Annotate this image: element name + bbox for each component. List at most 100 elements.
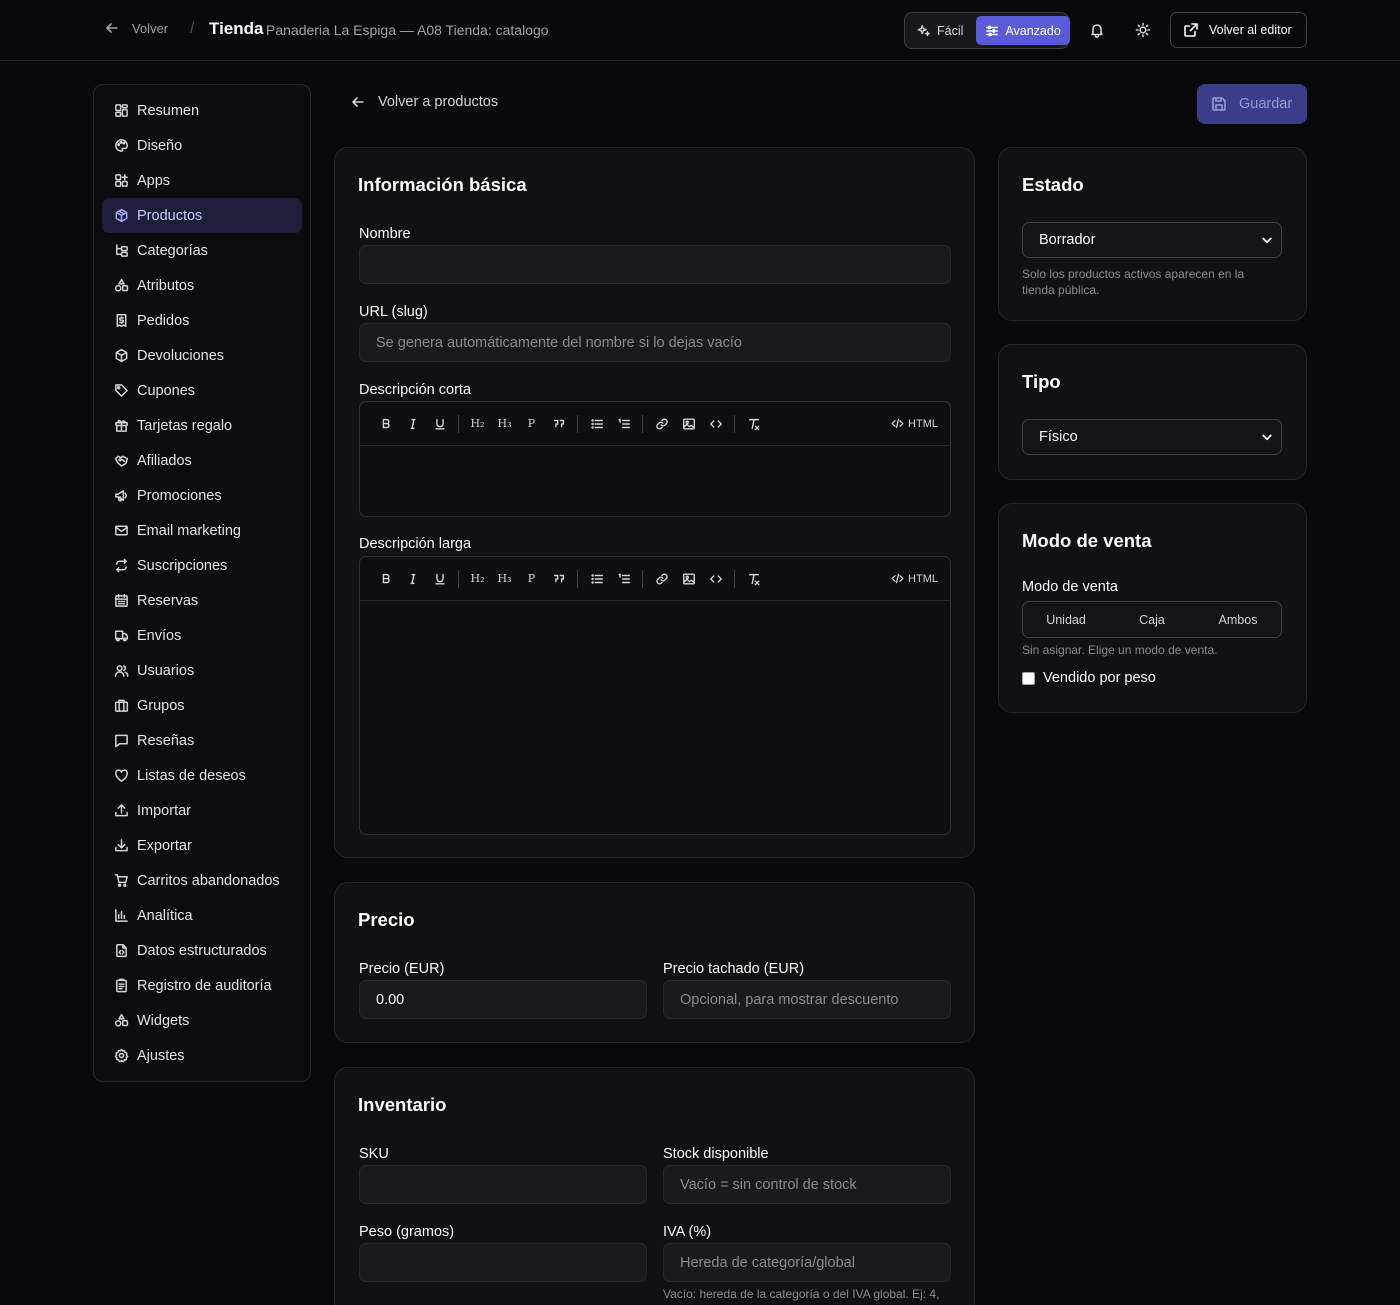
underline-icon[interactable] <box>426 410 453 438</box>
sidebar-item-atributos[interactable]: Atributos <box>102 268 302 303</box>
type-select[interactable]: Físico <box>1022 419 1282 455</box>
sidebar-item-carritos-abandonados[interactable]: Carritos abandonados <box>102 863 302 898</box>
theme-toggle-button[interactable] <box>1129 16 1157 44</box>
image-icon[interactable] <box>675 410 702 438</box>
sidebar-item-pedidos[interactable]: Pedidos <box>102 303 302 338</box>
sidebar-item-label: Reservas <box>137 592 199 609</box>
back-to-editor-button[interactable]: Volver al editor <box>1170 12 1307 48</box>
sidebar-item-promociones[interactable]: Promociones <box>102 478 302 513</box>
html-toggle-label: HTML <box>908 572 938 585</box>
bold-icon[interactable] <box>372 565 399 593</box>
sidebar-item-diseno[interactable]: Diseño <box>102 128 302 163</box>
sidebar-item-grupos[interactable]: Grupos <box>102 688 302 723</box>
quote-icon[interactable] <box>545 410 572 438</box>
numbered-list-icon[interactable] <box>610 410 637 438</box>
back-to-products-link[interactable]: Volver a productos <box>350 94 498 110</box>
clear-format-icon[interactable] <box>740 565 767 593</box>
heading-3-icon[interactable]: H₃ <box>491 410 518 438</box>
sidebar-item-label: Suscripciones <box>137 557 228 574</box>
short-description-editor[interactable]: H₂ H₃ P HTML <box>359 401 951 517</box>
status-select[interactable]: Borrador <box>1022 222 1282 258</box>
price-input[interactable]: 0.00 <box>359 980 647 1019</box>
quote-icon[interactable] <box>545 565 572 593</box>
sidebar-item-categorias[interactable]: Categorías <box>102 233 302 268</box>
status-card: Estado Borrador Solo los productos activ… <box>998 147 1307 321</box>
sold-by-weight-row[interactable]: Vendido por peso <box>1022 670 1156 686</box>
mail-icon <box>115 525 128 536</box>
compare-price-label: Precio tachado (EUR) <box>663 961 805 977</box>
sidebar-item-resenas[interactable]: Reseñas <box>102 723 302 758</box>
weight-input[interactable] <box>359 1243 647 1282</box>
sidebar-item-label: Productos <box>137 207 203 224</box>
code-icon[interactable] <box>702 410 729 438</box>
underline-icon[interactable] <box>426 565 453 593</box>
sale-mode-card: Modo de venta Modo de venta Unidad Caja … <box>998 503 1307 713</box>
vat-input[interactable]: Hereda de categoría/global <box>663 1243 951 1282</box>
sidebar-item-importar[interactable]: Importar <box>102 793 302 828</box>
code-slash-icon <box>891 418 904 429</box>
arrow-left-icon <box>106 23 118 33</box>
page-subtitle: Panaderia La Espiga — A08 Tienda: catalo… <box>266 22 549 38</box>
sku-input[interactable] <box>359 1165 647 1204</box>
sidebar-item-productos[interactable]: Productos <box>102 198 302 233</box>
sale-mode-box-option[interactable]: Caja <box>1109 602 1195 637</box>
save-button[interactable]: Guardar <box>1197 84 1307 124</box>
heading-3-icon[interactable]: H₃ <box>491 565 518 593</box>
sidebar-item-envios[interactable]: Envíos <box>102 618 302 653</box>
sidebar-item-afiliados[interactable]: Afiliados <box>102 443 302 478</box>
heading-2-icon[interactable]: H₂ <box>464 565 491 593</box>
compare-price-input[interactable]: Opcional, para mostrar descuento <box>663 980 951 1019</box>
numbered-list-icon[interactable] <box>610 565 637 593</box>
link-icon[interactable] <box>648 565 675 593</box>
cart-icon <box>114 874 128 887</box>
package-icon <box>115 208 128 223</box>
bullet-list-icon[interactable] <box>583 410 610 438</box>
bold-icon[interactable] <box>372 410 399 438</box>
sidebar-item-analitica[interactable]: Analítica <box>102 898 302 933</box>
image-icon[interactable] <box>675 565 702 593</box>
italic-icon[interactable] <box>399 565 426 593</box>
sidebar-item-email-marketing[interactable]: Email marketing <box>102 513 302 548</box>
sidebar-item-label: Exportar <box>137 837 192 854</box>
bullet-list-icon[interactable] <box>583 565 610 593</box>
link-icon[interactable] <box>648 410 675 438</box>
heading-2-icon[interactable]: H₂ <box>464 410 491 438</box>
slug-input[interactable]: Se genera automáticamente del nombre si … <box>359 323 951 362</box>
paragraph-icon[interactable]: P <box>518 410 545 438</box>
sidebar-item-listas-de-deseos[interactable]: Listas de deseos <box>102 758 302 793</box>
sidebar-item-exportar[interactable]: Exportar <box>102 828 302 863</box>
sidebar-item-resumen[interactable]: Resumen <box>102 93 302 128</box>
toolbar-separator <box>642 569 643 588</box>
stock-input[interactable]: Vacío = sin control de stock <box>663 1165 951 1204</box>
sale-mode-unit-option[interactable]: Unidad <box>1023 602 1109 637</box>
italic-icon[interactable] <box>399 410 426 438</box>
sidebar-item-devoluciones[interactable]: Devoluciones <box>102 338 302 373</box>
sidebar-item-datos-estructurados[interactable]: Datos estructurados <box>102 933 302 968</box>
mode-easy-button[interactable]: Fácil <box>908 16 972 45</box>
html-toggle-button[interactable]: HTML <box>891 572 938 585</box>
sidebar-item-cupones[interactable]: Cupones <box>102 373 302 408</box>
html-toggle-button[interactable]: HTML <box>891 417 938 430</box>
mode-advanced-button[interactable]: Avanzado <box>976 16 1070 45</box>
sidebar-item-usuarios[interactable]: Usuarios <box>102 653 302 688</box>
sidebar-item-suscripciones[interactable]: Suscripciones <box>102 548 302 583</box>
clear-format-icon[interactable] <box>740 410 767 438</box>
short-description-toolbar: H₂ H₃ P HTML <box>360 402 950 446</box>
handshake-icon <box>114 455 129 467</box>
sidebar-item-registro-de-auditoria[interactable]: Registro de auditoría <box>102 968 302 1003</box>
name-input[interactable] <box>359 245 951 284</box>
notifications-button[interactable] <box>1083 16 1111 44</box>
long-description-editor[interactable]: H₂ H₃ P HTML <box>359 556 951 835</box>
sidebar-item-apps[interactable]: Apps <box>102 163 302 198</box>
sidebar-item-reservas[interactable]: Reservas <box>102 583 302 618</box>
sold-by-weight-checkbox[interactable] <box>1022 671 1035 685</box>
sidebar-item-label: Diseño <box>137 137 183 154</box>
clipboard-icon <box>116 978 127 993</box>
code-icon[interactable] <box>702 565 729 593</box>
sale-mode-both-option[interactable]: Ambos <box>1195 602 1281 637</box>
sidebar-item-tarjetas-regalo[interactable]: Tarjetas regalo <box>102 408 302 443</box>
back-link[interactable]: Volver <box>104 20 168 36</box>
sidebar-item-widgets[interactable]: Widgets <box>102 1003 302 1038</box>
paragraph-icon[interactable]: P <box>518 565 545 593</box>
sidebar-item-ajustes[interactable]: Ajustes <box>102 1038 302 1073</box>
